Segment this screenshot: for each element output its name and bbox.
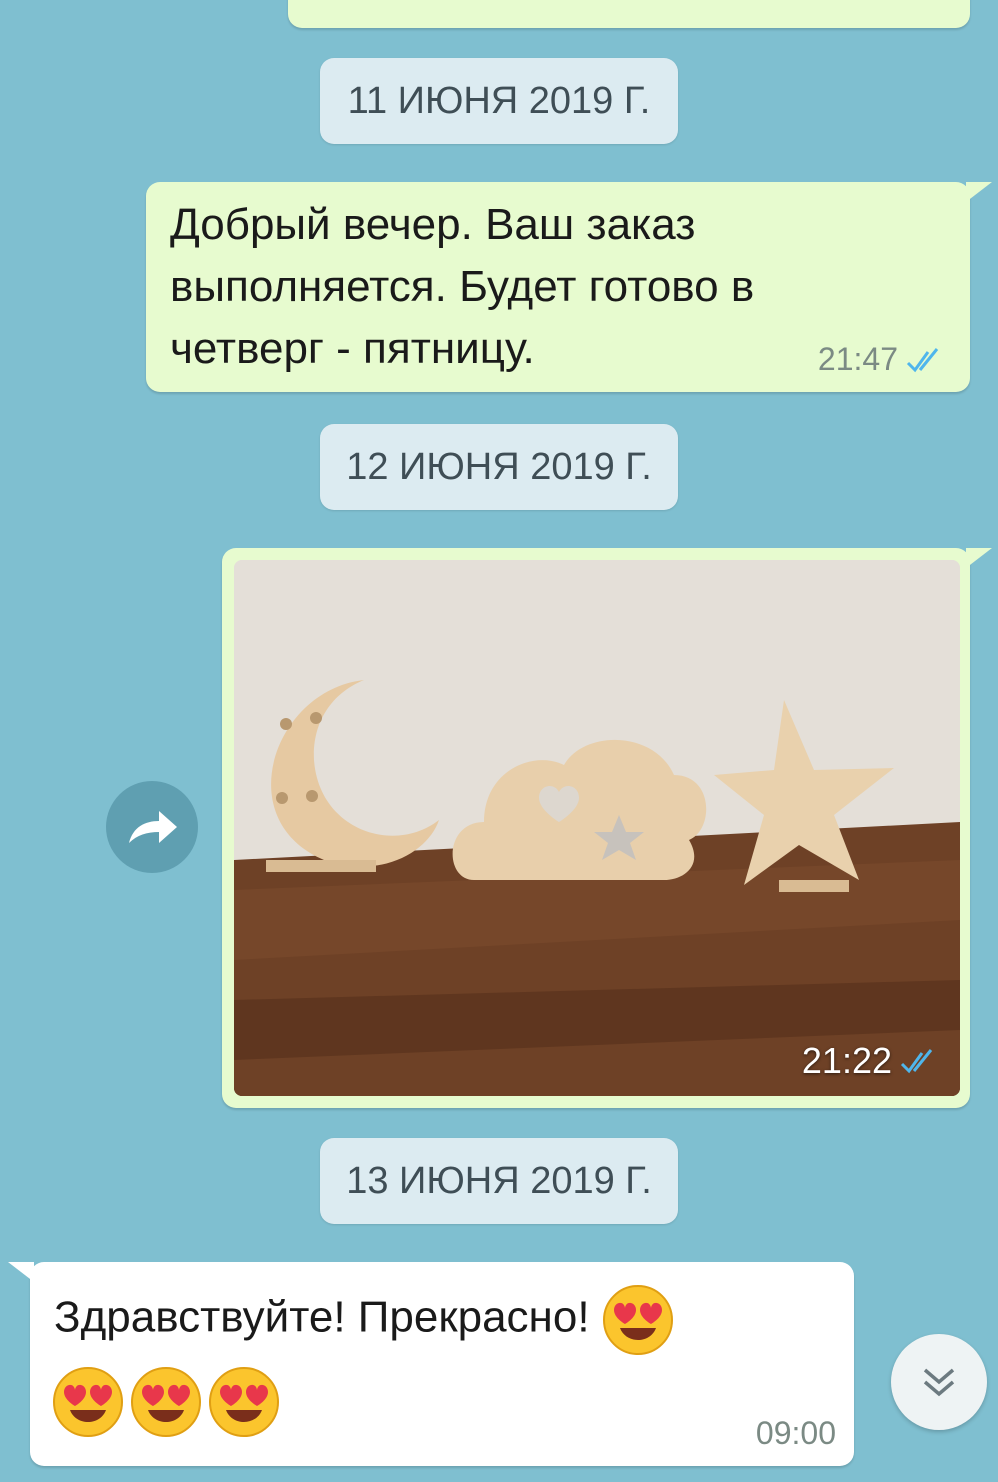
heart-eyes-emoji-icon: [209, 1367, 279, 1437]
message-text: Добрый вечер. Ваш заказ выполняется. Буд…: [170, 194, 754, 380]
outgoing-message-bubble[interactable]: Добрый вечер. Ваш заказ выполняется. Буд…: [146, 182, 992, 392]
message-line: выполняется. Будет готово в: [170, 262, 755, 311]
incoming-message-bubble[interactable]: Здравствуйте! Прекрасно! 09:00: [8, 1262, 854, 1466]
date-divider: 11 ИЮНЯ 2019 Г.: [320, 58, 678, 144]
previous-message-bubble[interactable]: [288, 0, 970, 28]
message-content: Здравствуйте! Прекрасно!: [54, 1292, 590, 1342]
chevron-double-down-icon: [923, 1368, 955, 1397]
bubble-tail: [966, 182, 992, 202]
emoji-row: [52, 1366, 280, 1438]
heart-eyes-emoji-icon: [53, 1367, 123, 1437]
message-meta: 09:00: [756, 1415, 836, 1452]
outgoing-photo-message[interactable]: 21:22: [222, 548, 992, 1108]
scroll-down-button[interactable]: [891, 1334, 987, 1430]
double-check-icon: [900, 1049, 933, 1074]
bubble-tail: [966, 548, 992, 568]
forward-button[interactable]: [106, 781, 198, 873]
message-line: четверг - пятницу.: [170, 324, 535, 373]
message-time: 09:00: [755, 1415, 836, 1451]
heart-eyes-emoji-icon: [131, 1367, 201, 1437]
date-divider: 12 ИЮНЯ 2019 Г.: [320, 424, 678, 510]
message-line: Добрый вечер. Ваш заказ: [170, 200, 696, 249]
photo-image: [234, 560, 960, 1096]
message-time: 21:22: [801, 1040, 892, 1081]
bubble-tail: [8, 1262, 34, 1282]
photo-meta: 21:22: [802, 1040, 942, 1082]
message-time: 21:47: [817, 341, 898, 377]
double-check-icon: [906, 347, 939, 372]
message-meta: 21:47: [818, 341, 948, 378]
message-photo[interactable]: 21:22: [234, 560, 960, 1096]
message-text: Здравствуйте! Прекрасно!: [54, 1284, 814, 1356]
heart-eyes-emoji-icon: [602, 1285, 673, 1355]
forward-arrow-icon: [129, 811, 177, 843]
date-divider: 13 ИЮНЯ 2019 Г.: [320, 1138, 678, 1224]
